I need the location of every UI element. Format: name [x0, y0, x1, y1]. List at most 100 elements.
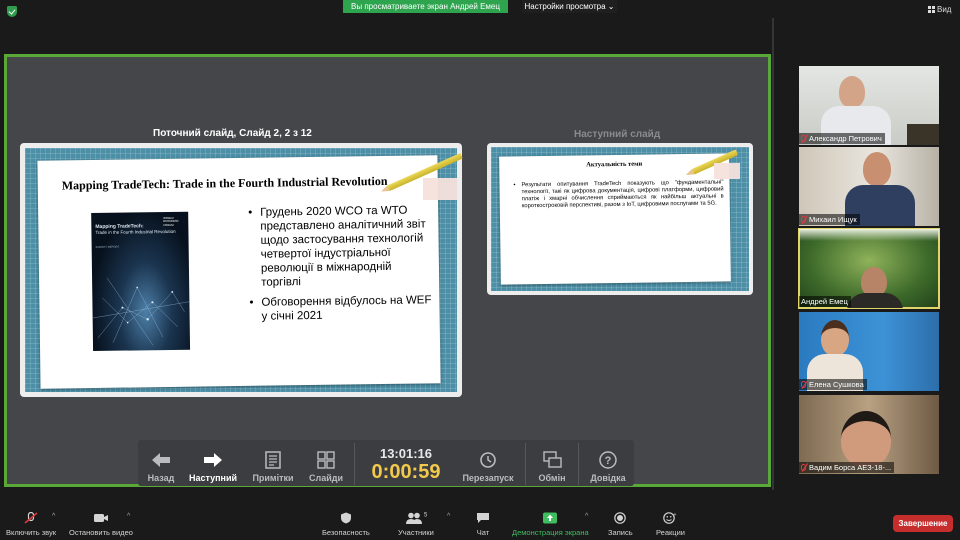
tape-decoration: [423, 178, 457, 200]
participant-name: Александр Петрович: [809, 134, 882, 143]
unmute-label: Включить звук: [6, 528, 57, 537]
mic-muted-icon: [6, 511, 56, 524]
audio-options-caret[interactable]: ^: [52, 513, 55, 520]
record-button[interactable]: Запись: [608, 512, 633, 537]
bullet-item: Грудень 2020 WCO та WTO представлено ана…: [248, 203, 434, 290]
unmute-button[interactable]: Включить звук: [6, 511, 57, 537]
participant-tile[interactable]: Елена Сушкова: [799, 312, 939, 391]
current-slide-label: Поточний слайд, Слайд 2, 2 з 12: [153, 128, 312, 139]
reactions-button[interactable]: + Реакции: [656, 512, 685, 537]
help-button[interactable]: ? Довідка: [586, 440, 630, 488]
security-shield-icon[interactable]: [7, 6, 17, 17]
reactions-label: Реакции: [656, 528, 685, 537]
swap-monitor-icon: [532, 451, 572, 469]
participant-name: Вадим Борса АЕЗ-18-...: [809, 463, 892, 472]
zoom-meeting-window: { "top_bar": { "share_banner": "Вы просм…: [0, 0, 960, 540]
view-settings-button[interactable]: Настройки просмотра ⌄: [522, 0, 617, 13]
record-icon: [608, 512, 633, 524]
next-slide-preview[interactable]: Актуальність теми Результати опитування …: [487, 143, 753, 295]
restart-icon: [456, 451, 520, 469]
slides-grid-icon: [304, 451, 348, 469]
chat-label: Чат: [476, 528, 490, 537]
participant-name-tag: Елена Сушкова: [799, 379, 867, 390]
participant-name: Михаил Ищук: [809, 215, 857, 224]
panel-divider[interactable]: [772, 18, 774, 490]
chat-bubble-icon: [476, 512, 490, 524]
participant-tile[interactable]: Александр Петрович: [799, 66, 939, 145]
swap-label: Обмін: [538, 473, 566, 483]
mic-muted-icon: [801, 464, 806, 471]
participant-name-tag: Александр Петрович: [799, 133, 885, 144]
record-label: Запись: [608, 528, 633, 537]
slide-frame: Mapping TradeTech: Trade in the Fourth I…: [25, 148, 463, 392]
globe-network-graphic: [92, 277, 190, 346]
grid-icon: [928, 6, 935, 13]
security-button[interactable]: Безопасность: [322, 512, 370, 537]
tape-decoration: [714, 163, 740, 179]
mic-muted-icon: [801, 216, 806, 223]
participant-name: Андрей Емец: [801, 297, 848, 306]
slides-label: Слайди: [308, 473, 343, 483]
participant-name-tag: Вадим Борса АЕЗ-18-...: [799, 462, 895, 473]
participant-name-tag: Андрей Емец: [799, 296, 851, 307]
cover-report: INSIGHT REPORT: [95, 244, 120, 249]
help-label: Довідка: [590, 473, 626, 483]
participants-count: 5: [424, 513, 427, 519]
view-settings-label: Настройки просмотра: [524, 2, 606, 11]
stop-video-button[interactable]: Остановить видео: [69, 512, 133, 537]
share-screen-button[interactable]: Демонстрация экрана: [512, 512, 589, 537]
video-options-caret[interactable]: ^: [127, 513, 130, 520]
share-options-caret[interactable]: ^: [585, 513, 588, 520]
share-banner: Вы просматриваете экран Андрей Емец: [343, 0, 508, 13]
swap-displays-button[interactable]: Обмін: [532, 440, 572, 488]
participant-tile-active-speaker[interactable]: Андрей Емец: [798, 228, 940, 309]
help-icon: ?: [586, 451, 630, 469]
view-button-label: Вид: [937, 5, 952, 14]
arrow-right-icon: [186, 451, 240, 469]
participant-tile[interactable]: Михаил Ищук: [799, 147, 939, 226]
elapsed-timer: 0:00:59: [371, 461, 441, 483]
next-button[interactable]: Наступний: [186, 440, 240, 488]
notes-icon: [248, 451, 298, 469]
toolbar-divider: [525, 443, 526, 485]
notes-button[interactable]: Примітки: [248, 440, 298, 488]
presenter-toolbar: Назад Наступний Примітки Слайди 13:01:16…: [138, 440, 634, 486]
participant-tile[interactable]: Вадим Борса АЕЗ-18-...: [799, 395, 939, 474]
back-label: Назад: [147, 473, 175, 483]
participant-video: [839, 76, 865, 108]
current-slide[interactable]: Mapping TradeTech: Trade in the Fourth I…: [20, 143, 463, 397]
next-slide-label: Наступний слайд: [574, 129, 661, 140]
mic-muted-icon: [801, 381, 806, 388]
meeting-controls-bar: Включить звук ^ Остановить видео ^ Безоп…: [0, 505, 960, 540]
shield-icon: [322, 512, 370, 524]
next-label: Наступний: [188, 473, 238, 483]
slide-title: Mapping TradeTech: Trade in the Fourth I…: [61, 173, 388, 193]
cover-title-block: Mapping TradeTech: Trade in the Fourth In…: [95, 223, 175, 236]
end-meeting-button[interactable]: Завершение: [893, 515, 953, 532]
svg-text:?: ?: [605, 455, 612, 467]
participant-name-tag: Михаил Ищук: [799, 214, 860, 225]
top-bar: Вы просматриваете экран Андрей Емец Наст…: [0, 0, 960, 18]
stop-video-label: Остановить видео: [69, 528, 133, 537]
smiley-icon: +: [656, 512, 685, 524]
slides-button[interactable]: Слайди: [304, 440, 348, 488]
security-label: Безопасность: [322, 528, 370, 537]
chevron-down-icon: ⌄: [607, 2, 615, 11]
people-icon: 5: [398, 512, 434, 524]
report-cover-image: WORLD ECONOMIC FORUM Mapping TradeTech: T…: [91, 211, 191, 352]
current-time: 13:01:16: [379, 446, 433, 461]
participant-name: Елена Сушкова: [809, 380, 864, 389]
share-screen-icon: [512, 512, 589, 524]
view-button[interactable]: Вид: [928, 5, 951, 14]
next-slide-text: Результати опитування TradeTech показуют…: [513, 179, 723, 210]
restart-button[interactable]: Перезапуск: [456, 440, 520, 488]
share-screen-label: Демонстрация экрана: [512, 528, 589, 537]
participants-options-caret[interactable]: ^: [447, 513, 450, 520]
cover-subtitle: Trade in the Fourth Industrial Revolutio…: [95, 229, 176, 236]
video-camera-icon: [69, 512, 133, 524]
presentation-clock: 13:01:16 0:00:59: [358, 446, 454, 483]
chat-button[interactable]: Чат: [476, 512, 490, 537]
mic-muted-icon: [801, 135, 806, 142]
back-button[interactable]: Назад: [142, 440, 180, 488]
participants-button[interactable]: 5 Участники: [398, 512, 434, 538]
